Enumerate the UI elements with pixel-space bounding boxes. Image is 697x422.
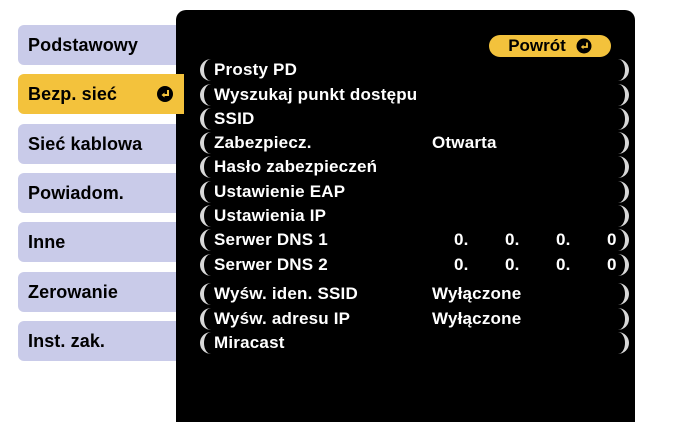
menu-item-miracast[interactable]: Miracast (200, 332, 629, 354)
ip-octet: 0. (454, 255, 469, 274)
ip-value: 0. 0. 0. 0 (454, 255, 621, 275)
menu-item-value: Wyłączone (432, 309, 522, 328)
category-tabs: Podstawowy Bezp. sieć Sieć kablowa Powia… (0, 0, 184, 422)
menu-item-eap[interactable]: Ustawienie EAP (200, 181, 629, 203)
menu-item-label: Wyśw. adresu IP (214, 309, 351, 328)
tab-label: Powiadom. (28, 182, 124, 203)
menu-item-label: Miracast (214, 333, 285, 352)
menu-item-dns2[interactable]: Serwer DNS 2 0. 0. 0. 0 (200, 254, 629, 276)
ip-octet: 0. (505, 255, 520, 274)
ip-octet: 0. (454, 230, 469, 249)
menu-item-wysw-ip[interactable]: Wyśw. adresu IP Wyłączone (200, 308, 629, 330)
tab-powiadom[interactable]: Powiadom. (18, 173, 176, 213)
menu-item-zabezpiecz[interactable]: Zabezpiecz. Otwarta (200, 132, 629, 154)
ip-octet: 0 (607, 230, 617, 249)
tab-label: Zerowanie (28, 281, 118, 302)
tab-label: Inst. zak. (28, 330, 106, 351)
tab-bezp-siec[interactable]: Bezp. sieć (18, 74, 184, 114)
menu-item-ssid[interactable]: SSID (200, 108, 629, 130)
tab-inst-zak[interactable]: Inst. zak. (18, 321, 176, 361)
return-label: Powrót (508, 36, 566, 55)
menu-item-wysw-ssid[interactable]: Wyśw. iden. SSID Wyłączone (200, 283, 629, 305)
menu-item-haslo[interactable]: Hasło zabezpieczeń (200, 156, 629, 178)
ip-octet: 0 (607, 255, 617, 274)
menu-item-prosty-pd[interactable]: Prosty PD (200, 59, 629, 81)
ip-value: 0. 0. 0. 0 (454, 230, 621, 250)
tab-label: Bezp. sieć (28, 83, 118, 104)
tab-label: Inne (28, 231, 66, 252)
menu-item-label: SSID (214, 109, 255, 128)
tab-siec-kablowa[interactable]: Sieć kablowa (18, 124, 176, 164)
menu-item-label: Ustawienie EAP (214, 182, 346, 201)
menu-item-label: Wyśw. iden. SSID (214, 284, 358, 303)
menu-item-label: Zabezpiecz. (214, 133, 312, 152)
menu-item-label: Serwer DNS 2 (214, 255, 328, 274)
return-button[interactable]: Powrót (489, 35, 611, 57)
tab-podstawowy[interactable]: Podstawowy (18, 25, 176, 65)
menu-item-label: Hasło zabezpieczeń (214, 157, 378, 176)
ip-octet: 0. (556, 230, 571, 249)
tab-label: Podstawowy (28, 34, 139, 55)
enter-icon (157, 86, 173, 102)
tab-inne[interactable]: Inne (18, 222, 176, 262)
menu-item-wyszukaj[interactable]: Wyszukaj punkt dostępu (200, 84, 629, 106)
menu-item-label: Ustawienia IP (214, 206, 327, 225)
ip-octet: 0. (505, 230, 520, 249)
ip-octet: 0. (556, 255, 571, 274)
tab-label: Sieć kablowa (28, 133, 143, 154)
menu-item-value: Otwarta (432, 133, 497, 152)
menu-item-dns1[interactable]: Serwer DNS 1 0. 0. 0. 0 (200, 229, 629, 251)
menu-item-label: Prosty PD (214, 60, 298, 79)
enter-icon (576, 38, 592, 54)
menu-item-label: Serwer DNS 1 (214, 230, 328, 249)
menu-item-label: Wyszukaj punkt dostępu (214, 85, 418, 104)
menu-item-ustawienia-ip[interactable]: Ustawienia IP (200, 205, 629, 227)
menu-item-value: Wyłączone (432, 284, 522, 303)
tab-zerowanie[interactable]: Zerowanie (18, 272, 176, 312)
projector-network-menu: Podstawowy Bezp. sieć Sieć kablowa Powia… (0, 0, 697, 422)
